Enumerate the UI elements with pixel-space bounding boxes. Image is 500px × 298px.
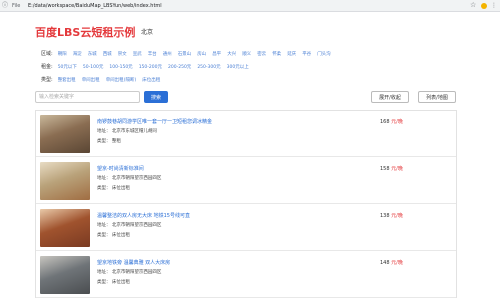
app-title: 百度LBS云短租示例 [35,26,136,39]
city-label[interactable]: 北京 [141,27,153,36]
price-value: 148 [380,260,390,266]
type-filter-option[interactable]: 单间出租(隔断) [106,77,137,83]
listing-item[interactable]: 温馨整洁的双人房无大床 地铁15号线可直 地址： 北京市朝阳望京西园四区 类型： 床… [36,205,456,251]
listing-price: 168 元/晚 [380,118,403,125]
extension-icon[interactable] [481,3,487,9]
type-filter-option[interactable]: 床位出租 [142,77,160,83]
type-filter-label: 类型: [41,77,53,83]
district-filter-label: 区域: [41,51,53,57]
listing-type: 类型： 床位出租 [97,186,130,191]
district-filter-option[interactable]: 丰台 [148,51,157,57]
price-value: 138 [380,213,390,219]
district-filter-option[interactable]: 朝阳 [58,51,67,57]
listing-price: 158 元/晚 [380,165,403,172]
type-filter-option[interactable]: 整套出租 [58,77,76,83]
district-filter-option[interactable]: 宣武 [133,51,142,57]
district-filter-option[interactable]: 海淀 [73,51,82,57]
type-filter-row: 类型: 整套出租 单间出租 单间出租(隔断) 床位出租 [41,75,166,84]
rent-filter-label: 租金: [41,64,53,70]
search-button[interactable]: 搜索 [144,91,168,103]
listing-photo[interactable] [40,256,90,294]
listing-price: 138 元/晚 [380,212,403,219]
rent-filter-option[interactable]: 50-100元 [83,64,103,70]
listing-item[interactable]: 南锣鼓巷胡同游学区唯一套一厅一卫短租您调冰精金 地址： 北京市东城区帽儿胡同 类型：… [36,111,456,157]
rent-filter-option[interactable]: 250-300元 [197,64,220,70]
type-filter-option[interactable]: 单间出租 [82,77,100,83]
district-filter-option[interactable]: 东城 [88,51,97,57]
browser-address-bar: ⓘ File E:/data/workspace/BaiduMap_LBSYun… [0,0,500,12]
district-filter-option[interactable]: 密云 [257,51,266,57]
district-filter-option[interactable]: 石景山 [178,51,192,57]
search-input[interactable] [35,91,140,103]
info-icon[interactable]: ⓘ [2,2,8,10]
listing-photo[interactable] [40,209,90,247]
listing-type: 类型： 床位出租 [97,233,130,238]
listing-title[interactable]: 南锣鼓巷胡同游学区唯一套一厅一卫短租您调冰精金 [97,118,212,125]
district-filter-option[interactable]: 平谷 [302,51,311,57]
price-value: 158 [380,166,390,172]
listing-type: 类型： 床位出租 [97,280,130,285]
district-filter-option[interactable]: 门头沟 [317,51,331,57]
price-unit: 元/晚 [391,166,403,172]
district-filter-option[interactable]: 崇文 [118,51,127,57]
rent-filter-option[interactable]: 200-250元 [168,64,191,70]
price-value: 168 [380,119,390,125]
expand-collapse-button[interactable]: 展开/收起 [371,91,409,103]
district-filter-row: 区域: 朝阳 海淀 东城 西城 崇文 宣武 丰台 通州 石景山 房山 昌平 大兴 顺义 密云 怀柔 延庆 平谷门… [41,49,337,58]
listing-item[interactable]: 望京地铁旁 温馨典雅 双人大床房 地址： 北京市朝阳望京西园四区 类型： 床位出租 1… [36,252,456,298]
district-filter-option[interactable]: 大兴 [227,51,236,57]
rent-filter-option[interactable]: 100-150元 [109,64,132,70]
listing-type: 类型： 整租 [97,139,121,144]
district-filter-option[interactable]: 延庆 [287,51,296,57]
district-filter-option[interactable]: 通州 [163,51,172,57]
listing-title[interactable]: 望京-时尚清新标准间 [97,165,144,172]
district-filter-option[interactable]: 房山 [197,51,206,57]
price-unit: 元/晚 [391,260,403,266]
rent-filter-option[interactable]: 50元以下 [58,64,77,70]
district-filter-option[interactable]: 昌平 [212,51,221,57]
district-filter-option[interactable]: 怀柔 [272,51,281,57]
listing-address: 地址： 北京市朝阳望京西园四区 [97,270,162,275]
listing-title[interactable]: 温馨整洁的双人房无大床 地铁15号线可直 [97,212,190,219]
listing-photo[interactable] [40,162,90,200]
bookmark-star-icon[interactable]: ☆ [470,1,476,10]
browser-menu-icon[interactable]: ⋮ [491,1,497,10]
listing-title[interactable]: 望京地铁旁 温馨典雅 双人大床房 [97,259,170,266]
listing-address: 地址： 北京市朝阳望京西园四区 [97,223,162,228]
district-filter-option[interactable]: 顺义 [242,51,251,57]
rent-filter-option[interactable]: 300元以上 [227,64,249,70]
listing-address: 地址： 北京市朝阳望京西园四区 [97,176,162,181]
price-unit: 元/晚 [391,213,403,219]
url-field[interactable]: E:/data/workspace/BaiduMap_LBSYun/web/in… [28,2,162,10]
district-filter-option[interactable]: 西城 [103,51,112,57]
list-map-toggle-button[interactable]: 列表/地图 [418,91,456,103]
price-unit: 元/晚 [391,119,403,125]
rent-filter-row: 租金: 50元以下 50-100元 100-150元 150-200元 200-250元… [41,62,255,71]
listing-item[interactable]: 望京-时尚清新标准间地址： 北京市朝阳望京西园四区 类型： 床位出租 158 元/晚 [36,158,456,204]
listing-address: 地址： 北京市东城区帽儿胡同 [97,129,157,134]
file-scheme-label: File [12,3,21,9]
listing-photo[interactable] [40,115,90,153]
rent-filter-option[interactable]: 150-200元 [139,64,162,70]
listing-price: 148 元/晚 [380,259,403,266]
listing-panel: 南锣鼓巷胡同游学区唯一套一厅一卫短租您调冰精金 地址： 北京市东城区帽儿胡同 类型：… [35,110,457,298]
